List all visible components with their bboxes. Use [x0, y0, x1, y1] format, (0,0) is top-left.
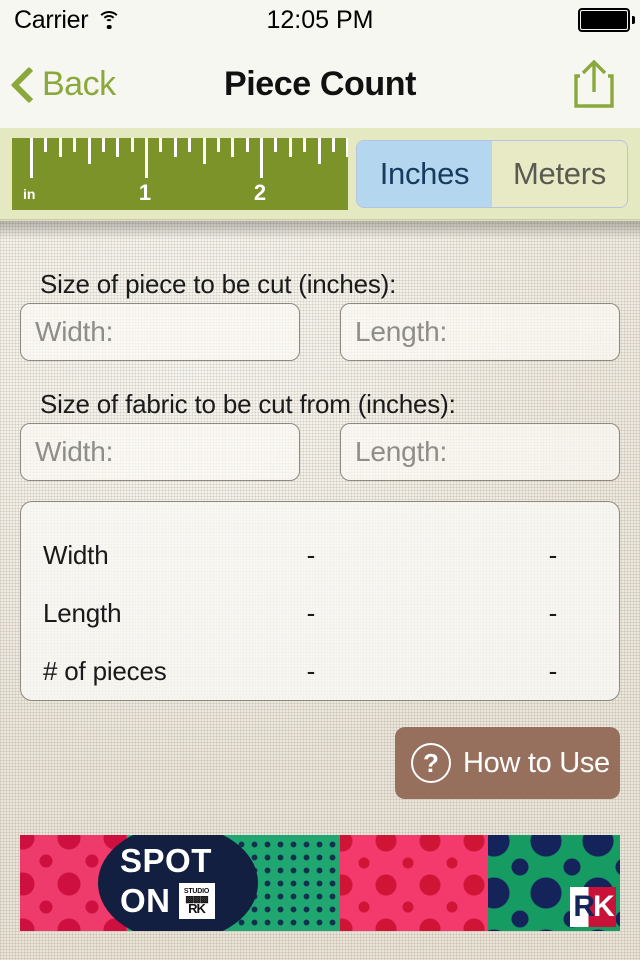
fabric-width-input[interactable]: Width: — [20, 423, 300, 481]
fabric-length-placeholder: Length: — [355, 436, 448, 467]
ad-brand-line2-row: ON STUDIO ▩▩▩ RK — [120, 881, 250, 921]
page-title: Piece Count — [223, 64, 417, 103]
segment-inches[interactable]: Inches — [357, 141, 492, 207]
ruler-tick — [216, 138, 220, 152]
studio-rk-logo: STUDIO ▩▩▩ RK — [178, 883, 215, 919]
rk-letter-k: K — [593, 890, 615, 923]
ruler-tick — [73, 138, 77, 152]
ruler-number-1: 1 — [138, 180, 152, 205]
battery-full-icon — [578, 8, 635, 32]
results-panel: Width - - Length - - # of pieces - - — [20, 501, 620, 701]
ad-section-pink-dots — [340, 835, 488, 931]
ruler-number-2: 2 — [253, 180, 267, 205]
ruler-tick — [202, 138, 206, 164]
result-label-pieces: # of pieces — [43, 656, 167, 686]
navigation-bar: Back Piece Count — [0, 40, 640, 128]
ruler-tick — [331, 138, 335, 152]
ruler-unit-abbr: in — [23, 186, 36, 202]
status-bar: Carrier 12:05 PM — [0, 0, 640, 40]
ruler-tick — [231, 138, 235, 157]
ad-section-green-navy-dots: RK — [488, 835, 620, 931]
main-content: Size of piece to be cut (inches): Width:… — [0, 221, 640, 960]
ad-banner[interactable]: RK SPOT ON STUDIO ▩▩▩ RK — [20, 835, 620, 931]
ruler-tick — [317, 138, 321, 164]
ruler-tick — [274, 138, 278, 152]
ruler-tick — [87, 138, 91, 164]
ad-brand-line1: SPOT — [120, 842, 212, 879]
ruler-tick — [245, 138, 249, 152]
table-row: Length - - — [21, 598, 621, 634]
table-row: Width - - — [21, 540, 621, 576]
result-label-width: Width — [43, 540, 109, 570]
ruler-tick — [188, 138, 192, 152]
ruler-tick — [58, 138, 62, 157]
how-to-use-button[interactable]: ? How to Use — [395, 727, 620, 799]
piece-width-placeholder: Width: — [35, 316, 114, 347]
rk-corner-logo: RK — [570, 887, 616, 927]
ruler-tick — [116, 138, 120, 157]
result-value-length-2: - — [548, 598, 558, 628]
piece-section-label: Size of piece to be cut (inches): — [40, 269, 397, 299]
ad-brand-logo: SPOT ON STUDIO ▩▩▩ RK — [120, 841, 250, 925]
question-mark-circle-icon: ? — [411, 743, 451, 783]
fabric-length-input[interactable]: Length: — [340, 423, 620, 481]
unit-bar: in 1 2 Inches Meters — [0, 128, 640, 220]
ruler-tick — [159, 138, 163, 152]
result-label-length: Length — [43, 598, 122, 628]
segment-meters[interactable]: Meters — [492, 141, 627, 207]
status-bar-right — [578, 8, 635, 32]
fabric-section-label: Size of fabric to be cut from (inches): — [40, 389, 456, 419]
status-bar-time: 12:05 PM — [266, 5, 374, 34]
content-top-shadow — [0, 221, 640, 239]
ruler-tick — [130, 138, 134, 152]
ruler-tick — [44, 138, 48, 152]
result-value-length-1: - — [306, 598, 316, 628]
ruler-tick — [173, 138, 177, 157]
studio-rk-bottom: RK — [188, 900, 206, 916]
piece-length-input[interactable]: Length: — [340, 303, 620, 361]
ruler-tick — [101, 138, 105, 152]
share-icon[interactable] — [570, 58, 618, 110]
ruler-tick — [260, 138, 263, 178]
piece-length-placeholder: Length: — [355, 316, 448, 347]
result-value-width-2: - — [548, 540, 558, 570]
piece-width-input[interactable]: Width: — [20, 303, 300, 361]
ruler-tick — [288, 138, 292, 157]
how-to-use-label: How to Use — [463, 746, 610, 779]
ruler-tick — [346, 138, 348, 157]
unit-segmented-control[interactable]: Inches Meters — [356, 140, 628, 208]
result-value-pieces-2: - — [548, 656, 558, 686]
ruler-tick — [30, 138, 33, 178]
result-value-width-1: - — [306, 540, 316, 570]
result-value-pieces-1: - — [306, 656, 316, 686]
ad-brand-line2: ON — [120, 882, 171, 919]
ruler-tick — [145, 138, 148, 178]
table-row: # of pieces - - — [21, 656, 621, 692]
rk-letter-r: R — [573, 890, 595, 923]
fabric-width-placeholder: Width: — [35, 436, 114, 467]
ruler-graphic: in 1 2 — [12, 138, 348, 210]
ruler-tick — [303, 138, 307, 152]
